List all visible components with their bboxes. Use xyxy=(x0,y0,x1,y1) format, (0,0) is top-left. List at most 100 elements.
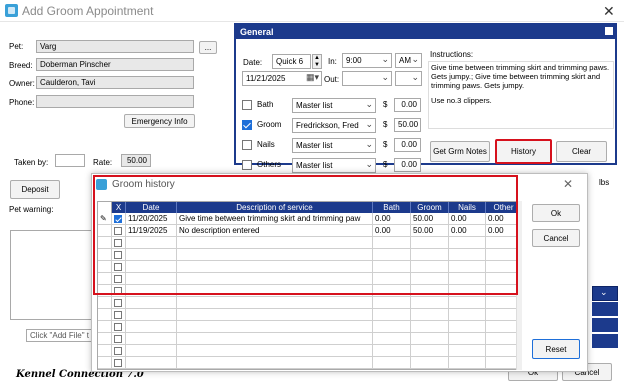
cell-nails xyxy=(449,321,486,333)
app-icon xyxy=(5,4,18,17)
row-checkbox[interactable] xyxy=(114,359,122,367)
chevron-down-icon: ⌄ xyxy=(381,54,389,64)
out-time-combo[interactable]: ⌄ xyxy=(342,71,392,86)
dropdown-combo[interactable]: ⌄ xyxy=(592,286,618,301)
general-panel: General Date: Quick 6 ▲ ▼ 11/21/2025 ▦▾ In… xyxy=(234,23,617,173)
cell-date xyxy=(126,345,177,357)
cell-bath xyxy=(373,345,411,357)
rate-field[interactable]: 50.00 xyxy=(121,154,151,167)
cell-date xyxy=(126,309,177,321)
emergency-info-button[interactable]: Emergency Info xyxy=(124,114,195,128)
pet-field[interactable]: Varg xyxy=(36,40,194,53)
cell-description xyxy=(177,333,373,345)
cell-groom xyxy=(411,333,449,345)
row-selector[interactable] xyxy=(98,333,112,345)
history-ok-button[interactable]: Ok xyxy=(532,204,580,222)
out-ampm-combo[interactable]: ⌄ xyxy=(395,71,422,86)
cell-nails xyxy=(449,357,486,369)
cell-bath xyxy=(373,357,411,369)
panel-strip xyxy=(592,318,618,332)
bath-groomer-combo[interactable]: Master list ⌄ xyxy=(292,98,376,113)
taken-by-field[interactable] xyxy=(55,154,85,167)
lbs-label: lbs xyxy=(599,178,610,187)
cell-description xyxy=(177,357,373,369)
nails-checkbox[interactable] xyxy=(242,140,252,150)
in-time-value: 9:00 xyxy=(346,56,362,65)
table-row[interactable] xyxy=(98,321,520,333)
row-checkbox[interactable] xyxy=(114,323,122,331)
date-label: Date: xyxy=(243,58,263,67)
phone-label: Phone: xyxy=(9,98,35,107)
phone-field[interactable] xyxy=(36,95,194,108)
nails-groomer-combo[interactable]: Master list ⌄ xyxy=(292,138,376,153)
table-row[interactable] xyxy=(98,309,520,321)
cell-x xyxy=(112,309,126,321)
row-checkbox[interactable] xyxy=(114,335,122,343)
others-groomer-value: Master list xyxy=(296,161,333,170)
breed-label: Breed: xyxy=(9,61,33,70)
bath-price-field[interactable]: 0.00 xyxy=(394,98,421,112)
history-reset-button[interactable]: Reset xyxy=(532,339,580,359)
row-selector[interactable] xyxy=(98,321,112,333)
cell-bath xyxy=(373,321,411,333)
history-cancel-button[interactable]: Cancel xyxy=(532,229,580,247)
calendar-icon: ▦▾ xyxy=(305,72,319,82)
pet-warning-label: Pet warning: xyxy=(9,205,54,214)
cell-groom xyxy=(411,321,449,333)
row-selector[interactable] xyxy=(98,357,112,369)
cell-groom xyxy=(411,357,449,369)
groom-groomer-combo[interactable]: Fredrickson, Fred ⌄ xyxy=(292,118,376,133)
cell-description xyxy=(177,309,373,321)
files-list[interactable] xyxy=(10,230,94,320)
groom-label: Groom xyxy=(257,120,282,129)
owner-field[interactable]: Caulderon, Tavi xyxy=(36,76,194,89)
date-picker[interactable]: 11/21/2025 ▦▾ xyxy=(242,71,322,86)
row-selector[interactable] xyxy=(98,297,112,309)
cell-x xyxy=(112,357,126,369)
groom-price-field[interactable]: 50.00 xyxy=(394,118,421,132)
panel-strip xyxy=(592,334,618,348)
cell-date xyxy=(126,357,177,369)
chevron-down-icon: ⌄ xyxy=(365,119,373,129)
cell-description xyxy=(177,321,373,333)
chevron-down-icon: ⌄ xyxy=(411,54,419,64)
quick-date-combo[interactable]: Quick 6 xyxy=(272,54,311,69)
get-groom-notes-button[interactable]: Get Grm Notes xyxy=(430,141,490,162)
table-row[interactable] xyxy=(98,333,520,345)
cell-bath xyxy=(373,333,411,345)
cell-nails xyxy=(449,345,486,357)
deposit-button[interactable]: Deposit xyxy=(10,180,60,199)
row-selector[interactable] xyxy=(98,345,112,357)
breed-field[interactable]: Doberman Pinscher xyxy=(36,58,194,71)
others-price-field[interactable]: 0.00 xyxy=(394,158,421,172)
row-checkbox[interactable] xyxy=(114,347,122,355)
groom-checkbox[interactable] xyxy=(242,120,252,130)
row-selector[interactable] xyxy=(98,309,112,321)
in-ampm-combo[interactable]: AM ⌄ xyxy=(395,53,422,68)
bath-checkbox[interactable] xyxy=(242,100,252,110)
groom-currency: $ xyxy=(383,120,388,129)
close-icon[interactable]: ✕ xyxy=(603,3,615,20)
chevron-down-icon: ⌄ xyxy=(365,139,373,149)
row-checkbox[interactable] xyxy=(114,299,122,307)
clear-button[interactable]: Clear xyxy=(556,141,607,162)
history-button[interactable]: History xyxy=(495,139,552,164)
date-spin-icon[interactable]: ▲ ▼ xyxy=(312,54,322,69)
chevron-down-icon: ⌄ xyxy=(365,159,373,169)
row-checkbox[interactable] xyxy=(114,311,122,319)
highlight-box xyxy=(93,175,518,295)
table-row[interactable] xyxy=(98,357,520,369)
nails-price-field[interactable]: 0.00 xyxy=(394,138,421,152)
quick-date-value: Quick 6 xyxy=(276,57,304,66)
others-checkbox[interactable] xyxy=(242,160,252,170)
chevron-down-icon: ⌄ xyxy=(365,99,373,109)
cell-date xyxy=(126,333,177,345)
others-groomer-combo[interactable]: Master list ⌄ xyxy=(292,158,376,173)
instructions-textarea[interactable]: Give time between trimming skirt and tri… xyxy=(428,61,614,129)
browse-pet-button[interactable]: ... xyxy=(199,41,217,54)
table-row[interactable] xyxy=(98,297,520,309)
in-time-combo[interactable]: 9:00 ⌄ xyxy=(342,53,392,68)
chevron-down-icon: ⌄ xyxy=(600,287,608,297)
table-row[interactable] xyxy=(98,345,520,357)
close-icon[interactable]: ✕ xyxy=(563,177,573,191)
